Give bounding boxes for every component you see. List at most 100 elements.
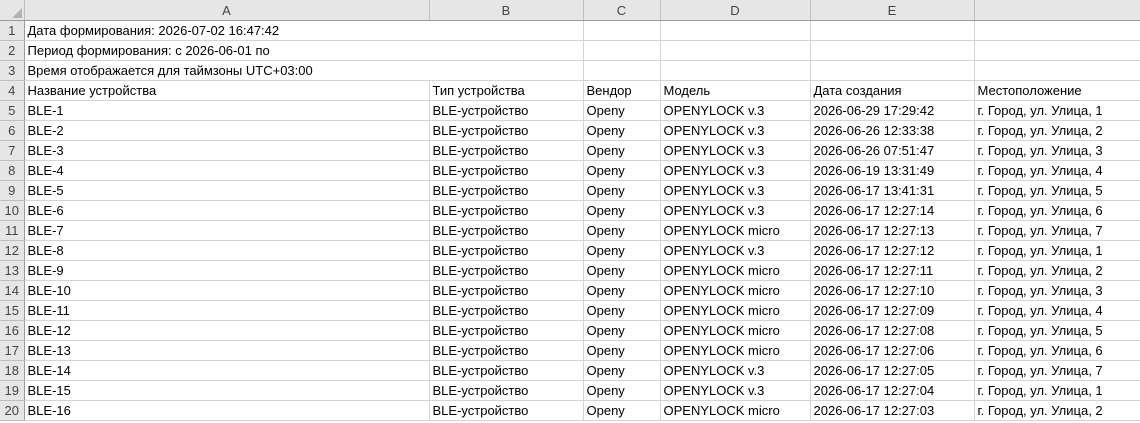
- cell-d1[interactable]: [660, 20, 811, 41]
- header-device-name[interactable]: Название устройства: [24, 80, 430, 101]
- cell-model[interactable]: OPENYLOCK v.3: [660, 200, 811, 221]
- cell-c3[interactable]: [583, 60, 661, 81]
- cell-vendor[interactable]: Openy: [583, 280, 661, 301]
- cell-device-name[interactable]: BLE-9: [24, 260, 430, 281]
- cell-model[interactable]: OPENYLOCK v.3: [660, 240, 811, 261]
- cell-location[interactable]: г. Город, ул. Улица, 4: [974, 300, 1140, 321]
- column-header-d[interactable]: D: [660, 0, 811, 21]
- cell-device-type[interactable]: BLE-устройство: [429, 140, 584, 161]
- cell-created-date[interactable]: 2026-06-29 17:29:42: [810, 100, 975, 121]
- cell-device-type[interactable]: BLE-устройство: [429, 340, 584, 361]
- cell-location[interactable]: г. Город, ул. Улица, 6: [974, 200, 1140, 221]
- cell-vendor[interactable]: Openy: [583, 400, 661, 421]
- cell-vendor[interactable]: Openy: [583, 160, 661, 181]
- cell-f1[interactable]: [974, 20, 1140, 41]
- column-header-f[interactable]: [974, 0, 1140, 21]
- row-header[interactable]: 5: [0, 100, 25, 121]
- cell-device-type[interactable]: BLE-устройство: [429, 260, 584, 281]
- cell-model[interactable]: OPENYLOCK micro: [660, 260, 811, 281]
- column-header-c[interactable]: C: [583, 0, 661, 21]
- cell-device-type[interactable]: BLE-устройство: [429, 360, 584, 381]
- cell-model[interactable]: OPENYLOCK micro: [660, 400, 811, 421]
- header-device-type[interactable]: Тип устройства: [429, 80, 584, 101]
- cell-location[interactable]: г. Город, ул. Улица, 3: [974, 140, 1140, 161]
- cell-d3[interactable]: [660, 60, 811, 81]
- cell-c1[interactable]: [583, 20, 661, 41]
- cell-device-type[interactable]: BLE-устройство: [429, 200, 584, 221]
- cell-created-date[interactable]: 2026-06-17 12:27:04: [810, 380, 975, 401]
- row-header[interactable]: 17: [0, 340, 25, 361]
- cell-model[interactable]: OPENYLOCK micro: [660, 320, 811, 341]
- cell-created-date[interactable]: 2026-06-17 12:27:08: [810, 320, 975, 341]
- header-created-date[interactable]: Дата создания: [810, 80, 975, 101]
- cell-location[interactable]: г. Город, ул. Улица, 6: [974, 340, 1140, 361]
- cell-model[interactable]: OPENYLOCK v.3: [660, 100, 811, 121]
- cell-created-date[interactable]: 2026-06-26 07:51:47: [810, 140, 975, 161]
- cell-vendor[interactable]: Openy: [583, 320, 661, 341]
- cell-location[interactable]: г. Город, ул. Улица, 7: [974, 360, 1140, 381]
- cell-location[interactable]: г. Город, ул. Улица, 2: [974, 260, 1140, 281]
- row-header[interactable]: 13: [0, 260, 25, 281]
- cell-a1[interactable]: Дата формирования: 2026-07-02 16:47:42: [24, 20, 429, 41]
- row-header[interactable]: 6: [0, 120, 25, 141]
- cell-device-name[interactable]: BLE-12: [24, 320, 430, 341]
- cell-device-type[interactable]: BLE-устройство: [429, 100, 584, 121]
- cell-device-name[interactable]: BLE-11: [24, 300, 430, 321]
- cell-device-name[interactable]: BLE-10: [24, 280, 430, 301]
- cell-device-name[interactable]: BLE-2: [24, 120, 430, 141]
- header-location[interactable]: Местоположение: [974, 80, 1140, 101]
- row-header[interactable]: 8: [0, 160, 25, 181]
- cell-device-name[interactable]: BLE-1: [24, 100, 430, 121]
- cell-model[interactable]: OPENYLOCK v.3: [660, 380, 811, 401]
- cell-created-date[interactable]: 2026-06-17 12:27:14: [810, 200, 975, 221]
- cell-model[interactable]: OPENYLOCK v.3: [660, 160, 811, 181]
- cell-created-date[interactable]: 2026-06-17 12:27:06: [810, 340, 975, 361]
- cell-b3[interactable]: [429, 60, 584, 81]
- cell-created-date[interactable]: 2026-06-17 12:27:09: [810, 300, 975, 321]
- cell-device-type[interactable]: BLE-устройство: [429, 380, 584, 401]
- cell-location[interactable]: г. Город, ул. Улица, 1: [974, 100, 1140, 121]
- row-header[interactable]: 18: [0, 360, 25, 381]
- cell-model[interactable]: OPENYLOCK v.3: [660, 360, 811, 381]
- cell-vendor[interactable]: Openy: [583, 240, 661, 261]
- cell-model[interactable]: OPENYLOCK micro: [660, 220, 811, 241]
- cell-e1[interactable]: [810, 20, 975, 41]
- cell-location[interactable]: г. Город, ул. Улица, 1: [974, 380, 1140, 401]
- column-header-e[interactable]: E: [810, 0, 975, 21]
- cell-vendor[interactable]: Openy: [583, 300, 661, 321]
- cell-a3[interactable]: Время отображается для таймзоны UTC+03:0…: [24, 60, 429, 81]
- cell-created-date[interactable]: 2026-06-17 12:27:03: [810, 400, 975, 421]
- cell-d2[interactable]: [660, 40, 811, 61]
- row-header[interactable]: 14: [0, 280, 25, 301]
- cell-device-type[interactable]: BLE-устройство: [429, 180, 584, 201]
- header-model[interactable]: Модель: [660, 80, 811, 101]
- cell-location[interactable]: г. Город, ул. Улица, 7: [974, 220, 1140, 241]
- cell-vendor[interactable]: Openy: [583, 100, 661, 121]
- cell-device-type[interactable]: BLE-устройство: [429, 120, 584, 141]
- row-header[interactable]: 20: [0, 400, 25, 421]
- cell-device-type[interactable]: BLE-устройство: [429, 220, 584, 241]
- cell-device-name[interactable]: BLE-7: [24, 220, 430, 241]
- row-header[interactable]: 19: [0, 380, 25, 401]
- cell-model[interactable]: OPENYLOCK v.3: [660, 120, 811, 141]
- cell-device-type[interactable]: BLE-устройство: [429, 240, 584, 261]
- cell-e3[interactable]: [810, 60, 975, 81]
- cell-a2[interactable]: Период формирования: с 2026-06-01 по: [24, 40, 429, 61]
- cell-model[interactable]: OPENYLOCK micro: [660, 300, 811, 321]
- cell-b1[interactable]: [429, 20, 584, 41]
- cell-location[interactable]: г. Город, ул. Улица, 2: [974, 120, 1140, 141]
- cell-created-date[interactable]: 2026-06-17 12:27:11: [810, 260, 975, 281]
- cell-f3[interactable]: [974, 60, 1140, 81]
- cell-vendor[interactable]: Openy: [583, 340, 661, 361]
- cell-created-date[interactable]: 2026-06-26 12:33:38: [810, 120, 975, 141]
- cell-created-date[interactable]: 2026-06-17 12:27:05: [810, 360, 975, 381]
- cell-location[interactable]: г. Город, ул. Улица, 5: [974, 320, 1140, 341]
- cell-created-date[interactable]: 2026-06-17 12:27:13: [810, 220, 975, 241]
- select-all-corner[interactable]: [0, 0, 25, 21]
- cell-vendor[interactable]: Openy: [583, 140, 661, 161]
- cell-device-name[interactable]: BLE-15: [24, 380, 430, 401]
- row-header[interactable]: 3: [0, 60, 25, 81]
- cell-device-type[interactable]: BLE-устройство: [429, 160, 584, 181]
- row-header[interactable]: 16: [0, 320, 25, 341]
- row-header[interactable]: 10: [0, 200, 25, 221]
